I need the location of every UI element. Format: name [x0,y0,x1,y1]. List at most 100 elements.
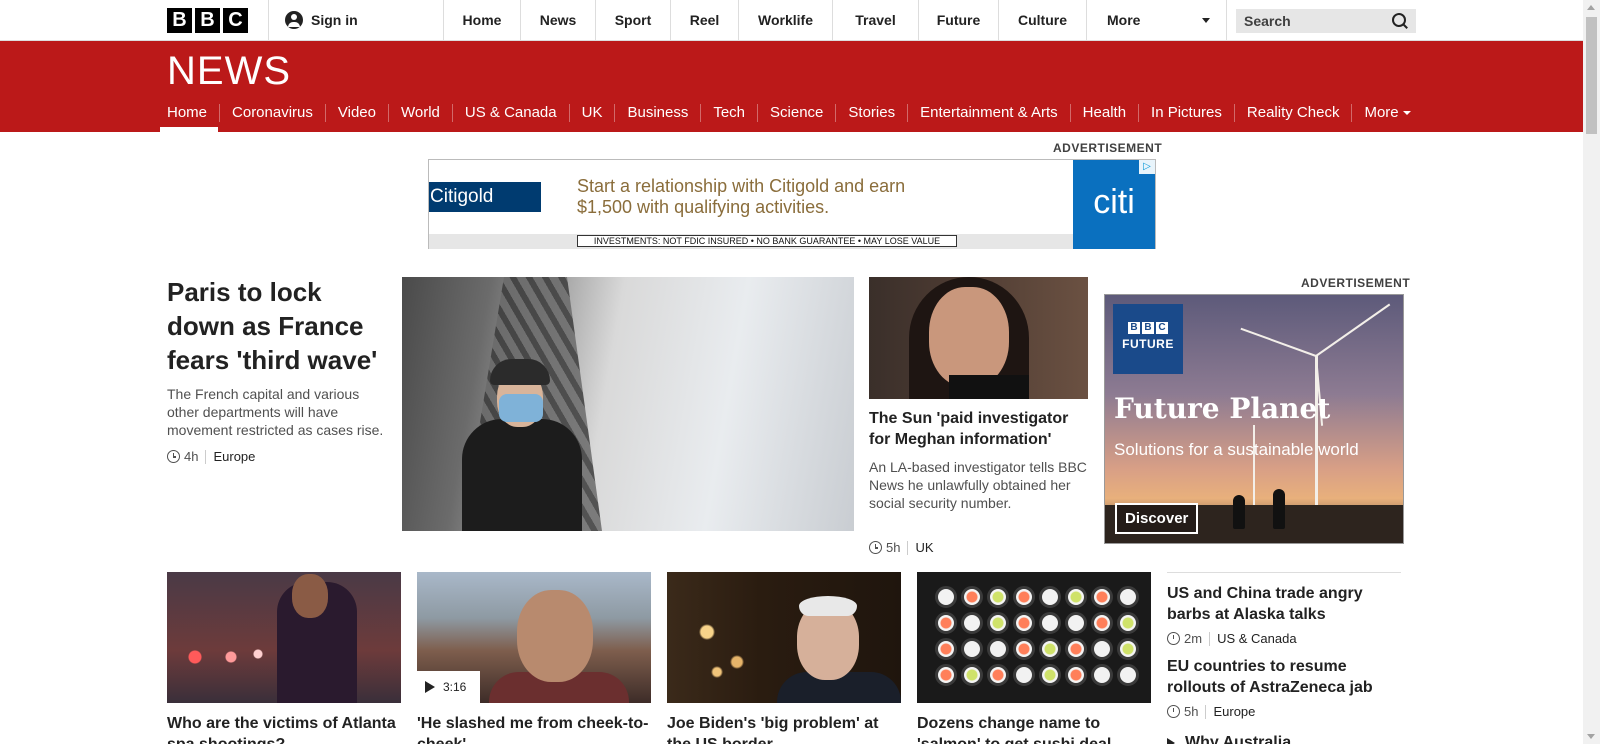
sign-in-link[interactable]: Sign in [268,0,444,40]
badge-letter: B [1142,322,1154,334]
news-nav-us-canada[interactable]: US & Canada [451,104,569,122]
story-tag[interactable]: US & Canada [1217,631,1297,646]
page-scrollbar[interactable] [1583,0,1600,744]
side-story-list: US and China trade angry barbs at Alaska… [1167,572,1401,719]
badge-letter: C [1156,322,1168,334]
side-story-partial[interactable]: Why Australia [1167,734,1291,744]
sushi-piece [961,586,983,608]
news-nav-entertainment-arts[interactable]: Entertainment & Arts [907,104,1070,122]
scroll-up-arrow-icon[interactable] [1587,5,1595,10]
story-time: 4h [184,449,199,464]
news-nav-reality-check[interactable]: Reality Check [1233,104,1352,122]
clock-icon [1167,632,1180,645]
sushi-piece [1117,664,1139,686]
adchoices-icon[interactable]: ▷ [1139,160,1155,174]
sushi-piece [987,586,1009,608]
scroll-down-arrow-icon[interactable] [1587,734,1595,739]
ad-disclaimer: INVESTMENTS: NOT FDIC INSURED • NO BANK … [577,235,957,247]
global-nav-sport[interactable]: Sport [596,0,671,40]
sushi-piece [1065,638,1087,660]
story-tag[interactable]: Europe [213,449,255,464]
global-nav-reel[interactable]: Reel [671,0,739,40]
video-duration-badge[interactable]: 3:16 [417,671,480,703]
sushi-piece [1013,664,1035,686]
card-image-sushi[interactable] [917,572,1151,703]
global-nav-home[interactable]: Home [443,0,521,40]
card-headline[interactable]: Dozens change name to 'salmon' to get su… [917,713,1151,744]
clock-icon [167,450,180,463]
news-nav-science[interactable]: Science [757,104,835,122]
play-icon [1167,738,1175,744]
story-time: 2m [1184,631,1203,646]
sushi-piece [935,612,957,634]
sushi-piece [1065,612,1087,634]
sushi-piece [1117,638,1139,660]
logo-letter: B [195,8,220,33]
photo-detail [499,394,543,422]
second-story-summary: An LA-based investigator tells BBC News … [869,459,1087,511]
side-story-headline[interactable]: EU countries to resume rollouts of Astra… [1167,656,1401,698]
sushi-piece [1065,586,1087,608]
global-nav-travel[interactable]: Travel [833,0,919,40]
side-story-headline[interactable]: US and China trade angry barbs at Alaska… [1167,583,1401,625]
future-planet-ad[interactable]: B B C FUTURE Future Planet Solutions for… [1104,294,1404,544]
photo-detail [292,574,328,618]
sushi-piece [1091,612,1113,634]
global-nav-culture[interactable]: Culture [999,0,1087,40]
news-nav-video[interactable]: Video [324,104,388,122]
card-headline[interactable]: 'He slashed me from cheek-to-cheek' [417,713,651,744]
news-nav-uk[interactable]: UK [568,104,615,122]
card-headline[interactable]: Who are the victims of Atlanta spa shoot… [167,713,401,744]
lead-story-image[interactable] [402,277,854,531]
citigold-ad[interactable]: Citigold Start a relationship with Citig… [428,159,1156,249]
story-tag[interactable]: UK [915,540,933,555]
card-image-video[interactable]: 3:16 [417,572,651,703]
sushi-piece [1039,638,1061,660]
news-nav-business[interactable]: Business [614,104,700,122]
news-header: NEWS Home Coronavirus Video World US & C… [0,41,1583,132]
sushi-piece [1013,586,1035,608]
badge-word: FUTURE [1122,337,1174,351]
news-nav-world[interactable]: World [387,104,452,122]
sushi-piece [1117,612,1139,634]
clock-icon [869,541,882,554]
global-nav-more[interactable]: More [1087,0,1227,40]
story-time: 5h [886,540,901,555]
sushi-piece [1039,612,1061,634]
sushi-piece [1013,638,1035,660]
sign-in-label: Sign in [311,12,358,28]
card-headline[interactable]: Joe Biden's 'big problem' at the US bord… [667,713,901,744]
story-tag[interactable]: Europe [1213,704,1255,719]
search-icon[interactable] [1392,13,1408,29]
ad-label: ADVERTISEMENT [1301,276,1411,290]
ad-title: Future Planet [1114,392,1331,425]
clock-icon [1167,705,1180,718]
news-nav-stories[interactable]: Stories [835,104,907,122]
news-wordmark[interactable]: NEWS [167,49,291,94]
global-nav-news[interactable]: News [521,0,596,40]
chevron-down-icon [1402,111,1411,115]
silhouette-figure [1233,495,1245,529]
sushi-piece [987,664,1009,686]
news-nav-in-pictures[interactable]: In Pictures [1138,104,1234,122]
discover-button[interactable]: Discover [1115,503,1199,534]
search-input[interactable]: Search [1236,9,1416,33]
card-image-biden[interactable] [667,572,901,703]
news-nav-home[interactable]: Home [167,104,219,122]
card-image-atlanta[interactable] [167,572,401,703]
news-nav-more[interactable]: More [1351,104,1422,122]
second-story-image[interactable] [869,277,1088,399]
sushi-piece [935,586,957,608]
global-nav-future[interactable]: Future [919,0,999,40]
photo-detail [677,592,777,692]
second-story-headline[interactable]: The Sun 'paid investigator for Meghan in… [869,408,1084,450]
bbc-logo[interactable]: B B C [167,8,248,33]
news-nav-coronavirus[interactable]: Coronavirus [219,104,325,122]
news-nav-tech[interactable]: Tech [700,104,757,122]
scrollbar-thumb[interactable] [1586,17,1597,134]
list-item: US and China trade angry barbs at Alaska… [1167,573,1401,646]
lead-story-headline[interactable]: Paris to lock down as France fears 'thir… [167,275,387,377]
global-nav-worklife[interactable]: Worklife [739,0,833,40]
video-duration: 3:16 [443,680,467,694]
news-nav-health[interactable]: Health [1069,104,1138,122]
